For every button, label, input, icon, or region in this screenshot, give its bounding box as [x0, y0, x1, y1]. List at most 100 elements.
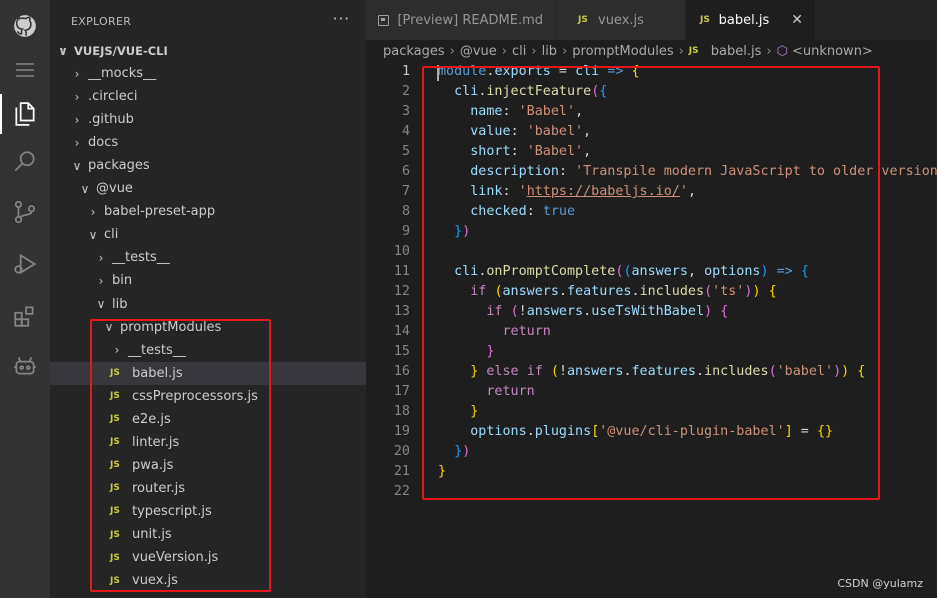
code-token: https://babeljs.io/	[526, 184, 680, 199]
code-token: cli	[454, 84, 479, 99]
tree-folder[interactable]: › bin	[50, 269, 366, 292]
remote-robot-icon[interactable]	[0, 342, 50, 390]
breadcrumb-symbol[interactable]: <unknown>	[792, 44, 873, 59]
tree-file[interactable]: JS unit.js	[50, 523, 366, 546]
line-number: 14	[393, 324, 410, 339]
tree-folder[interactable]: ∨ lib	[50, 293, 366, 316]
breadcrumb-item[interactable]: promptModules	[572, 44, 673, 59]
tree-item-label: promptModules	[120, 319, 222, 335]
tree-file[interactable]: JS typescript.js	[50, 500, 366, 523]
tree-item-label: @vue	[96, 181, 133, 197]
code-token: ]	[784, 424, 793, 439]
code-token: if	[526, 364, 543, 379]
js-file-icon: JS	[110, 414, 120, 425]
tree-folder[interactable]: › .circleci	[50, 85, 366, 108]
code-token: }	[470, 404, 479, 419]
explorer-icon[interactable]	[0, 90, 50, 138]
line-number: 1	[401, 64, 410, 79]
breadcrumb-item[interactable]: packages	[383, 44, 445, 59]
tree-file[interactable]: JS vuex.js	[50, 569, 366, 592]
code-token: onPromptComplete	[486, 264, 616, 279]
code-token: '@vue/cli-plugin-babel'	[599, 424, 785, 439]
code-token: )	[752, 284, 761, 299]
more-actions-button[interactable]: ···	[333, 10, 350, 28]
chevron-right-icon: ›	[501, 43, 507, 59]
tree-root[interactable]: ∨ VUEJS/VUE-CLI	[50, 39, 366, 62]
tree-folder[interactable]: › docs	[50, 131, 366, 154]
tab-babel-js[interactable]: JS babel.js ✕	[686, 0, 816, 40]
tree-item-label: e2e.js	[132, 411, 171, 427]
line-number: 5	[401, 144, 410, 159]
tree-folder[interactable]: › babel-preset-app	[50, 200, 366, 223]
js-file-icon: JS	[110, 529, 120, 540]
tree-file[interactable]: JS e2e.js	[50, 408, 366, 431]
run-debug-icon[interactable]	[0, 240, 50, 288]
tree-folder[interactable]: ∨ promptModules	[50, 316, 366, 339]
tree-folder[interactable]: › __tests__	[50, 246, 366, 269]
code-token: return	[502, 324, 551, 339]
tab-vuex-js[interactable]: JS vuex.js	[556, 0, 686, 40]
code-token: '	[518, 184, 527, 199]
tree-item-label: .circleci	[88, 89, 138, 105]
line-number: 15	[393, 344, 410, 359]
menu-icon[interactable]	[0, 46, 50, 94]
extensions-icon[interactable]	[0, 292, 50, 340]
tree-folder[interactable]: › __mocks__	[50, 62, 366, 85]
code-token: return	[486, 384, 535, 399]
code-token: {	[768, 284, 777, 299]
code-token: 'babel'	[526, 124, 584, 139]
code-line: 18 }	[366, 402, 937, 422]
code-token: plugins	[534, 424, 592, 439]
line-number: 12	[393, 284, 410, 299]
code-line: 4 value: 'babel',	[366, 122, 937, 142]
tree-file[interactable]: JS router.js	[50, 477, 366, 500]
breadcrumb-item[interactable]: @vue	[460, 44, 497, 59]
js-file-icon: JS	[578, 15, 588, 25]
line-number: 18	[393, 404, 410, 419]
tree-folder[interactable]: › .github	[50, 108, 366, 131]
source-control-icon[interactable]	[0, 188, 50, 236]
tree-item-label: vueVersion.js	[132, 550, 219, 566]
line-number: 13	[393, 304, 410, 319]
line-number: 21	[393, 464, 410, 479]
code-text: return	[438, 382, 535, 402]
tab-readme-preview[interactable]: [Preview] README.md	[366, 0, 556, 40]
breadcrumb-file[interactable]: babel.js	[711, 44, 762, 59]
close-icon[interactable]: ✕	[791, 12, 803, 28]
code-token: )	[462, 444, 471, 459]
code-token: {	[720, 304, 729, 319]
code-token: 'Babel'	[526, 144, 584, 159]
tree-folder[interactable]: ∨ cli	[50, 223, 366, 246]
tree-file[interactable]: JS linter.js	[50, 431, 366, 454]
code-line: 14 return	[366, 322, 937, 342]
line-number: 2	[401, 84, 410, 99]
code-text: }	[438, 342, 494, 362]
breadcrumb-item[interactable]: lib	[542, 44, 557, 59]
tree-item-label: pwa.js	[132, 457, 174, 473]
tree-folder[interactable]: ∨ packages	[50, 154, 366, 177]
tree-item-label: cli	[104, 227, 119, 243]
code-text: })	[438, 222, 470, 242]
preview-icon	[378, 14, 390, 26]
code-token: .	[631, 284, 640, 299]
search-icon[interactable]	[0, 138, 50, 186]
code-token: if	[470, 284, 487, 299]
github-icon[interactable]	[0, 2, 50, 50]
tree-file[interactable]: JS cssPreprocessors.js	[50, 385, 366, 408]
tree-file[interactable]: JS babel.js	[50, 361, 366, 385]
tree-file[interactable]: JS pwa.js	[50, 454, 366, 477]
breadcrumb-item[interactable]: cli	[512, 44, 526, 59]
tree-folder[interactable]: › __tests__	[50, 339, 366, 362]
code-text: if (answers.features.includes('ts')) {	[438, 282, 777, 302]
tree-file[interactable]: JS vueVersion.js	[50, 546, 366, 569]
tree-folder[interactable]: ∨ @vue	[50, 177, 366, 200]
code-text: options.plugins['@vue/cli-plugin-babel']…	[438, 422, 833, 442]
js-file-icon: JS	[110, 483, 120, 494]
chevron-right-icon: ›	[562, 43, 568, 59]
